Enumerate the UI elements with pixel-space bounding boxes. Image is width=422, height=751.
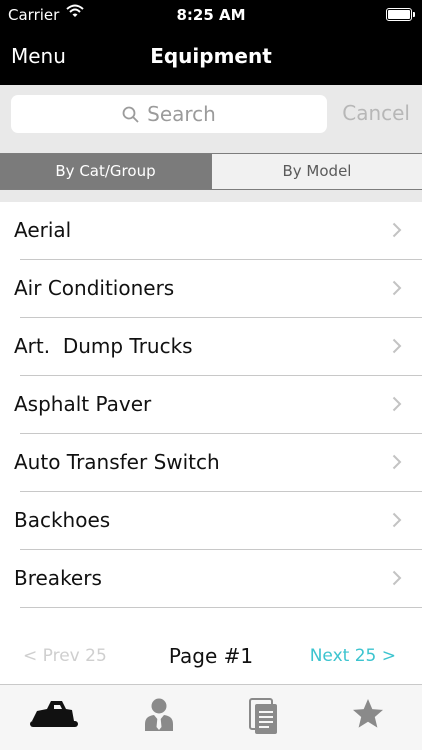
tab-contacts[interactable] (106, 685, 211, 751)
chevron-right-icon (392, 570, 402, 586)
list-item-aerial[interactable]: Aerial (0, 202, 422, 260)
list-item-label: Asphalt Paver (14, 392, 152, 416)
segment-by-model[interactable]: By Model (211, 154, 422, 189)
tab-favorites[interactable] (315, 685, 420, 751)
page-title: Equipment (150, 44, 272, 68)
document-icon (248, 698, 277, 734)
list-item-label: Breakers (14, 566, 102, 590)
list-spacer (0, 190, 422, 202)
list-item-label: Backhoes (14, 508, 111, 532)
search-placeholder: Search (147, 102, 216, 126)
list-item-label: Aerial (14, 218, 72, 242)
tab-documents[interactable] (210, 685, 315, 751)
person-icon (144, 698, 173, 731)
chevron-right-icon (392, 222, 402, 238)
chevron-right-icon (392, 280, 402, 296)
category-list: Aerial Air Conditioners Art. Dump Trucks… (0, 202, 422, 608)
search-input[interactable]: Search (11, 95, 327, 133)
list-item-asphalt-paver[interactable]: Asphalt Paver (0, 376, 422, 434)
list-item-backhoes[interactable]: Backhoes (0, 492, 422, 550)
list-item-art-dump-trucks[interactable]: Art. Dump Trucks (0, 318, 422, 376)
chevron-right-icon (392, 512, 402, 528)
tab-equipment[interactable] (2, 685, 107, 751)
search-icon (122, 106, 139, 123)
status-bar: Carrier 8:25 AM (0, 0, 422, 30)
star-icon (352, 699, 383, 728)
chevron-right-icon (392, 396, 402, 412)
battery-icon (386, 8, 415, 21)
list-item-auto-transfer-switch[interactable]: Auto Transfer Switch (0, 434, 422, 492)
chevron-right-icon (392, 338, 402, 354)
navigation-bar: Menu Equipment (0, 30, 422, 85)
row-divider (20, 607, 422, 608)
segmented-control: By Cat/Group By Model (0, 153, 422, 190)
next-page-button[interactable]: Next 25 > (310, 646, 396, 666)
list-item-breakers[interactable]: Breakers (0, 550, 422, 608)
list-item-air-conditioners[interactable]: Air Conditioners (0, 260, 422, 318)
search-bar: Search Cancel (0, 85, 422, 153)
clock: 8:25 AM (176, 6, 246, 24)
list-item-label: Auto Transfer Switch (14, 450, 220, 474)
segment-by-cat-group[interactable]: By Cat/Group (0, 154, 211, 189)
equipment-icon (29, 701, 78, 727)
pagination: < Prev 25 Page #1 Next 25 > (0, 630, 422, 684)
chevron-right-icon (392, 454, 402, 470)
list-item-label: Art. Dump Trucks (14, 334, 193, 358)
cancel-button[interactable]: Cancel (342, 101, 410, 125)
list-item-label: Air Conditioners (14, 276, 175, 300)
tab-bar (0, 684, 422, 750)
